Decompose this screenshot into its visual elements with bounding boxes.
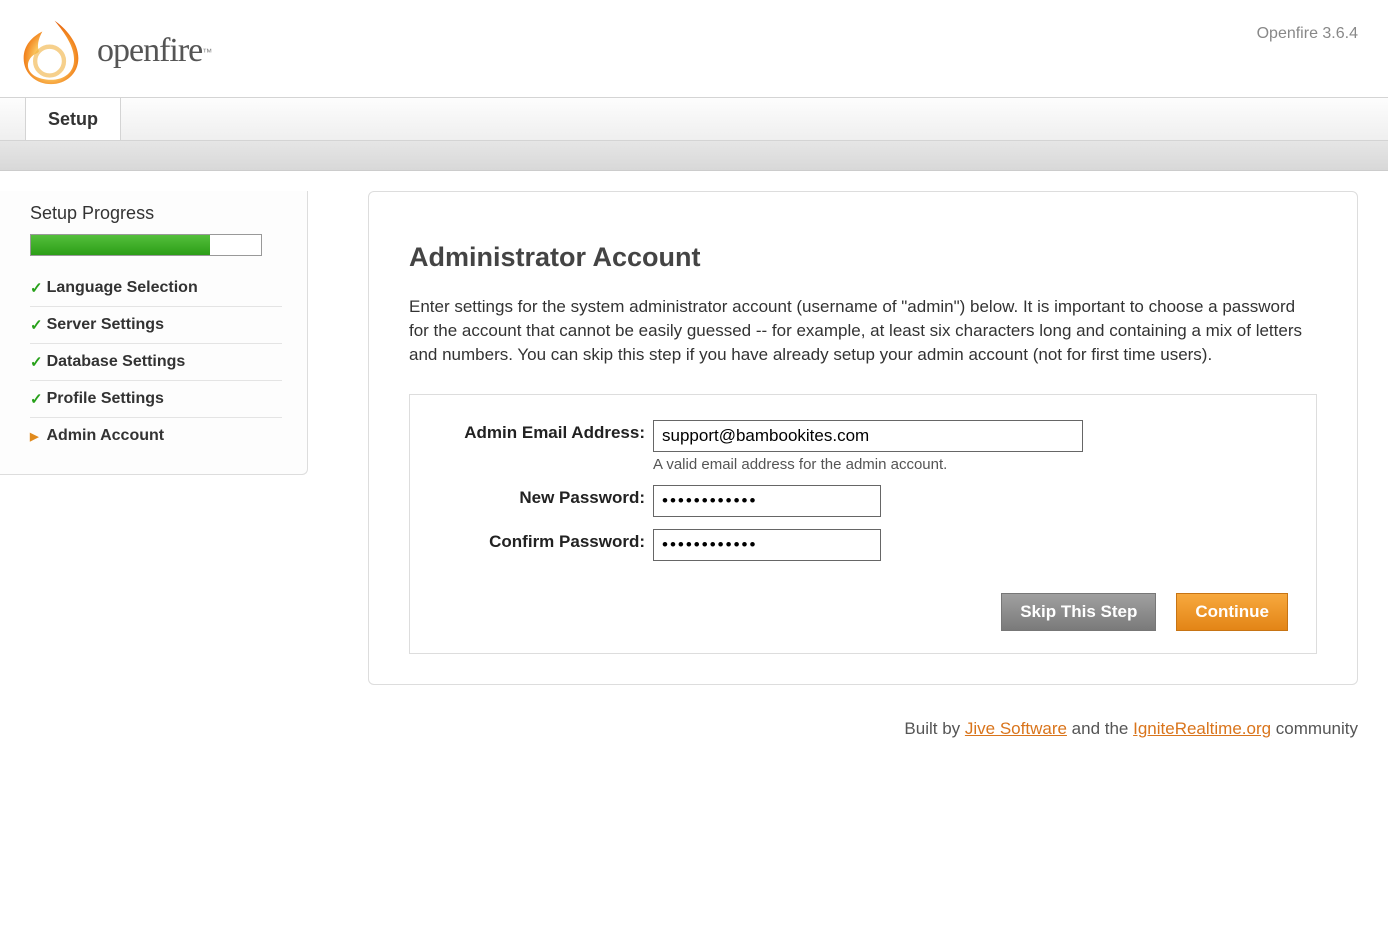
confirm-password-label: Confirm Password:	[438, 529, 653, 552]
panel: Administrator Account Enter settings for…	[368, 191, 1358, 685]
sidebar-item-label: Database Settings	[47, 353, 186, 371]
check-icon: ✓	[30, 353, 43, 371]
page-title: Administrator Account	[409, 242, 1317, 273]
email-hint: A valid email address for the admin acco…	[653, 456, 1083, 473]
sidebar-item-label: Server Settings	[47, 316, 164, 334]
footer-link-jive[interactable]: Jive Software	[965, 719, 1067, 738]
sidebar-item-label: Admin Account	[46, 427, 164, 445]
sidebar: Setup Progress ✓ Language Selection ✓ Se…	[0, 191, 308, 475]
footer-suffix: community	[1271, 719, 1358, 738]
main-content: Administrator Account Enter settings for…	[308, 191, 1388, 685]
brand-name: openfire™	[97, 32, 212, 70]
progress-fill	[31, 235, 210, 255]
sidebar-item-database[interactable]: ✓ Database Settings	[30, 344, 282, 381]
footer-mid: and the	[1067, 719, 1133, 738]
sidebar-item-profile[interactable]: ✓ Profile Settings	[30, 381, 282, 418]
sub-bar	[0, 141, 1388, 171]
sidebar-item-label: Profile Settings	[47, 390, 164, 408]
tab-bar: Setup	[0, 97, 1388, 141]
new-password-field[interactable]	[653, 485, 881, 517]
continue-button[interactable]: Continue	[1176, 593, 1288, 631]
skip-button[interactable]: Skip This Step	[1001, 593, 1156, 631]
sidebar-title: Setup Progress	[30, 203, 282, 224]
version-label: Openfire 3.6.4	[1257, 15, 1358, 43]
check-icon: ✓	[30, 390, 43, 408]
email-field[interactable]	[653, 420, 1083, 452]
sidebar-item-label: Language Selection	[47, 279, 198, 297]
arrow-icon: ▶	[30, 430, 38, 443]
email-label: Admin Email Address:	[438, 420, 653, 443]
footer-link-ignite[interactable]: IgniteRealtime.org	[1133, 719, 1271, 738]
page-description: Enter settings for the system administra…	[409, 295, 1317, 366]
check-icon: ✓	[30, 279, 43, 297]
sidebar-item-admin[interactable]: ▶ Admin Account	[30, 418, 282, 454]
progress-bar	[30, 234, 262, 256]
form-box: Admin Email Address: A valid email addre…	[409, 394, 1317, 654]
flame-icon	[15, 15, 87, 87]
logo: openfire™	[15, 15, 212, 87]
footer: Built by Jive Software and the IgniteRea…	[0, 685, 1388, 755]
confirm-password-field[interactable]	[653, 529, 881, 561]
check-icon: ✓	[30, 316, 43, 334]
header: openfire™ Openfire 3.6.4	[0, 0, 1388, 97]
footer-prefix: Built by	[904, 719, 964, 738]
new-password-label: New Password:	[438, 485, 653, 508]
tab-setup[interactable]: Setup	[25, 98, 121, 140]
sidebar-item-language[interactable]: ✓ Language Selection	[30, 270, 282, 307]
sidebar-item-server[interactable]: ✓ Server Settings	[30, 307, 282, 344]
